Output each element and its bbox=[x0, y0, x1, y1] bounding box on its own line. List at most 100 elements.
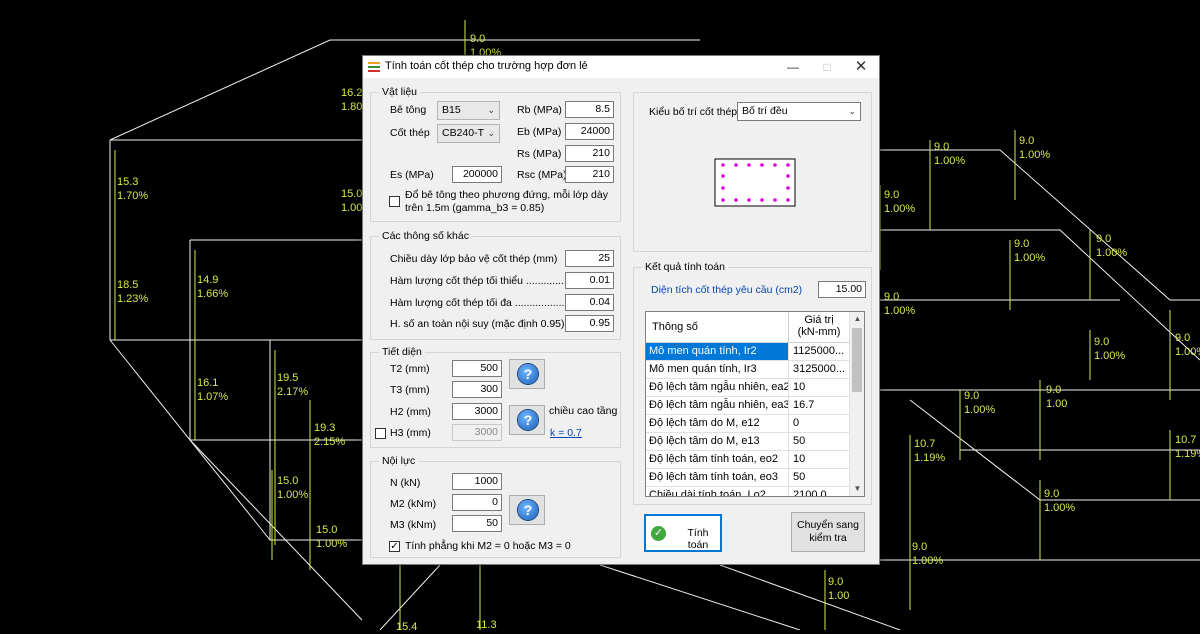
table-row[interactable]: Độ lệch tâm do M, e13 50 bbox=[646, 433, 849, 451]
bg-label: 9.0 1.00% bbox=[934, 141, 966, 167]
eb-input[interactable]: 24000 bbox=[565, 123, 614, 140]
group-title: Các thông số khác bbox=[379, 230, 472, 242]
rs-input[interactable]: 210 bbox=[565, 145, 614, 162]
group-title: Tiết diện bbox=[379, 346, 425, 358]
minimize-button[interactable]: — bbox=[776, 56, 810, 78]
help-icon: ? bbox=[518, 364, 538, 384]
story-height-label: chiều cao tầng bbox=[549, 405, 618, 417]
h3-checkbox[interactable] bbox=[375, 428, 386, 439]
table-row[interactable]: Độ lệch tâm ngẫu nhiên, ea2 10 bbox=[646, 379, 849, 397]
scroll-down-icon[interactable]: ▼ bbox=[850, 482, 864, 496]
vertical-pour-checkbox[interactable] bbox=[389, 196, 400, 207]
title-bar: Tính toán cốt thép cho trường hợp đơn lẻ… bbox=[363, 56, 879, 78]
n-label: N (kN) bbox=[390, 477, 421, 489]
es-label: Es (MPa) bbox=[390, 169, 434, 181]
bg-label: 15.3 1.70% bbox=[117, 176, 149, 202]
t3-input[interactable]: 300 bbox=[452, 381, 502, 398]
bg-label: 9.0 1.00% bbox=[1096, 233, 1128, 259]
bg-label: 9.0 1.00% bbox=[1019, 135, 1051, 161]
table-row[interactable]: Độ lệch tâm ngẫu nhiên, ea3 16.7 bbox=[646, 397, 849, 415]
safety-factor-label: H. số an toàn nội suy (mặc định 0.95) bbox=[390, 318, 565, 330]
flat-calc-checkbox[interactable]: ✓ bbox=[389, 541, 400, 552]
k-factor-link[interactable]: k = 0.7 bbox=[550, 427, 582, 439]
maximize-button[interactable]: □ bbox=[810, 56, 844, 78]
forces-help-button[interactable]: ? bbox=[509, 495, 545, 525]
m2-label: M2 (kNm) bbox=[390, 498, 437, 510]
max-ratio-input[interactable]: 0.04 bbox=[565, 294, 614, 311]
check-circle-icon: ✓ bbox=[651, 526, 666, 541]
steel-select[interactable]: CB240-T ⌄ bbox=[437, 124, 500, 143]
scroll-thumb[interactable] bbox=[852, 328, 862, 392]
table-row[interactable]: Độ lệch tâm do M, e12 0 bbox=[646, 415, 849, 433]
help-icon: ? bbox=[518, 410, 538, 430]
bg-label: 15.4 bbox=[396, 621, 418, 633]
table-row[interactable]: Mô men quán tính, Ir3 3125000... bbox=[646, 361, 849, 379]
bg-label: 10.7 1.19% bbox=[1175, 434, 1200, 460]
bg-label: 15.0 1.00% bbox=[316, 524, 348, 550]
bg-label: 19.5 2.17% bbox=[277, 372, 309, 398]
bg-label: 16.1 1.07% bbox=[197, 377, 229, 403]
table-scrollbar[interactable]: ▲ ▼ bbox=[849, 312, 864, 496]
bg-label: 16.2 1.80 bbox=[341, 87, 363, 113]
bg-label: 9.0 1.00 bbox=[828, 576, 850, 602]
group-title: Kết quả tính toán bbox=[642, 261, 728, 273]
bg-label: 9.0 1.00% bbox=[1044, 488, 1076, 514]
table-row[interactable]: Độ lệch tâm tính toán, eo3 50 bbox=[646, 469, 849, 487]
m3-input[interactable]: 50 bbox=[452, 515, 502, 532]
concrete-label: Bê tông bbox=[390, 104, 427, 116]
section-help-button[interactable]: ? bbox=[509, 359, 545, 389]
bg-label: 9.0 1.00% bbox=[1094, 336, 1126, 362]
rsc-input[interactable]: 210 bbox=[565, 166, 614, 183]
bg-label: 9.0 1.00% bbox=[1014, 238, 1046, 264]
min-ratio-label: Hàm lượng cốt thép tối thiểu ...........… bbox=[390, 275, 573, 287]
bg-label: 14.9 1.66% bbox=[197, 274, 229, 300]
max-ratio-label: Hàm lượng cốt thép tối đa ..............… bbox=[390, 297, 585, 309]
table-row[interactable]: Độ lệch tâm tính toán, eo2 10 bbox=[646, 451, 849, 469]
required-area-output: 15.00 bbox=[818, 281, 866, 298]
vertical-pour-label-1: Đổ bê tông theo phương đứng, mỗi lớp dày bbox=[405, 189, 608, 201]
height-help-button[interactable]: ? bbox=[509, 405, 545, 435]
group-title: Nội lực bbox=[379, 455, 419, 467]
es-input[interactable]: 200000 bbox=[452, 166, 502, 183]
bg-label: 18.5 1.23% bbox=[117, 279, 149, 305]
concrete-select[interactable]: B15 ⌄ bbox=[437, 101, 500, 120]
n-input[interactable]: 1000 bbox=[452, 473, 502, 490]
bg-label: 9.0 1.00 bbox=[1046, 384, 1068, 410]
t2-input[interactable]: 500 bbox=[452, 360, 502, 377]
layout-select[interactable]: Bố trí đều ⌄ bbox=[737, 102, 861, 121]
column-header[interactable]: Thông số bbox=[646, 312, 789, 342]
m2-input[interactable]: 0 bbox=[452, 494, 502, 511]
bg-label: 9.0 1.00% bbox=[884, 291, 916, 317]
t3-label: T3 (mm) bbox=[390, 384, 430, 396]
vertical-pour-label-2: trên 1.5m (gamma_b3 = 0.85) bbox=[405, 202, 545, 214]
h3-input[interactable]: 3000 bbox=[452, 424, 502, 441]
section-preview bbox=[714, 158, 796, 207]
rb-input[interactable]: 8.5 bbox=[565, 101, 614, 118]
table-row[interactable]: Chiều dài tính toán, Lo2 2100.0 bbox=[646, 487, 849, 496]
steel-label: Cốt thép bbox=[390, 127, 430, 139]
calculate-button[interactable]: ✓ Tính toán bbox=[644, 514, 722, 552]
min-ratio-input[interactable]: 0.01 bbox=[565, 272, 614, 289]
safety-factor-input[interactable]: 0.95 bbox=[565, 315, 614, 332]
table-header: Thông số Giá trị (kN-mm) bbox=[646, 312, 849, 343]
cover-label: Chiều dày lớp bảo vệ cốt thép (mm) bbox=[390, 253, 558, 265]
group-title: Vật liệu bbox=[379, 86, 421, 98]
bg-label: 9.0 1.00% bbox=[1175, 332, 1200, 358]
help-icon: ? bbox=[518, 500, 538, 520]
eb-label: Eb (MPa) bbox=[517, 126, 562, 138]
cover-input[interactable]: 25 bbox=[565, 250, 614, 267]
column-header[interactable]: Giá trị (kN-mm) bbox=[790, 314, 848, 338]
h2-input[interactable]: 3000 bbox=[452, 403, 502, 420]
switch-to-check-button[interactable]: Chuyển sang kiểm tra bbox=[791, 512, 865, 552]
bg-label: 10.7 1.19% bbox=[914, 438, 946, 464]
chevron-down-icon: ⌄ bbox=[487, 128, 495, 138]
rb-label: Rb (MPa) bbox=[517, 104, 562, 116]
table-row[interactable]: Mô men quán tính, Ir2 1125000... bbox=[646, 343, 849, 361]
results-table[interactable]: Thông số Giá trị (kN-mm) Mô men quán tính… bbox=[645, 311, 865, 497]
h3-label: H3 (mm) bbox=[390, 427, 431, 439]
close-button[interactable]: ✕ bbox=[844, 56, 878, 78]
scroll-up-icon[interactable]: ▲ bbox=[850, 312, 864, 326]
app-icon bbox=[368, 62, 380, 72]
window-title: Tính toán cốt thép cho trường hợp đơn lẻ bbox=[385, 60, 588, 72]
rsc-label: Rsc (MPa) bbox=[517, 169, 567, 181]
